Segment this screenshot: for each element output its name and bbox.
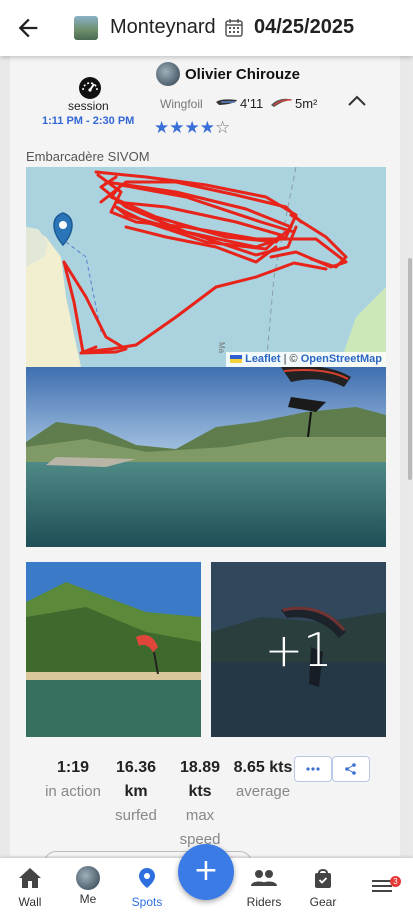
nav-spots[interactable]: Spots [128, 866, 166, 909]
more-photos-overlay[interactable]: +1 [211, 562, 386, 737]
rating-stars[interactable]: ★★★★☆ [154, 118, 230, 138]
speedometer-icon [79, 77, 101, 99]
notification-badge: 3 [390, 876, 401, 887]
plus-icon: + [193, 853, 219, 888]
top-bar: Monteynard 04/25/2025 [0, 0, 413, 56]
session-photo-more[interactable]: +1 [211, 562, 386, 737]
gps-track [62, 170, 348, 355]
board-size: 4'11 [240, 96, 264, 111]
spot-name[interactable]: Monteynard [110, 16, 216, 39]
chevron-up-icon[interactable] [346, 92, 368, 108]
rider-avatar[interactable] [156, 62, 180, 86]
nav-label: Wall [18, 895, 42, 909]
bag-icon [315, 869, 331, 888]
stat-label: max [185, 807, 215, 824]
nav-label: Spots [131, 895, 163, 909]
foilboard-icon [216, 99, 237, 105]
home-icon [19, 868, 41, 888]
session-photo-main[interactable] [26, 367, 386, 547]
nav-wall[interactable]: Wall [12, 866, 48, 909]
stat-label: surfed [115, 807, 157, 824]
session-map[interactable]: Ma Leaflet | © OpenStreetMap [26, 167, 386, 367]
wing-icon [271, 98, 293, 107]
stat-average-speed: 8.65 kts average [230, 756, 296, 804]
star-filled-icon[interactable]: ★ [185, 118, 200, 137]
rider-name[interactable]: Olivier Chirouze [185, 66, 300, 83]
stat-unit: km [124, 783, 148, 800]
stat-duration: 1:19 in action [40, 756, 106, 804]
photo-image [26, 562, 201, 737]
location-marker-icon[interactable] [53, 212, 73, 247]
spot-location: Embarcadère SIVOM [26, 149, 150, 164]
photo-image [26, 367, 386, 547]
nav-label: Gear [309, 895, 337, 909]
map-canvas[interactable]: Ma [26, 167, 386, 367]
star-filled-icon[interactable]: ★ [154, 118, 169, 137]
nav-me[interactable]: Me [72, 866, 104, 906]
group-icon [251, 870, 277, 886]
spot-thumbnail[interactable] [74, 16, 98, 40]
osm-link[interactable]: OpenStreetMap [301, 353, 382, 365]
map-attribution: Leaflet | © OpenStreetMap [226, 352, 386, 367]
stat-label: average [235, 783, 291, 800]
stat-value: 18.89 [179, 759, 221, 776]
session-photo[interactable] [26, 562, 201, 737]
more-options-button[interactable] [294, 756, 332, 782]
leaflet-link[interactable]: Leaflet [245, 353, 280, 365]
stat-value: 1:19 [56, 759, 90, 776]
stat-unit: kts [188, 783, 212, 800]
add-session-button[interactable]: + [178, 844, 234, 900]
wing-size: 5m² [295, 96, 318, 111]
nav-gear[interactable]: Gear [306, 866, 340, 909]
nav-label: Me [79, 892, 97, 906]
scrollbar-thumb[interactable] [408, 258, 412, 480]
star-filled-icon[interactable]: ★ [200, 118, 215, 137]
session-type-label: session [68, 99, 109, 113]
stat-max-speed: 18.89 kts max speed [172, 756, 228, 852]
nav-label: Riders [246, 895, 282, 909]
calendar-icon[interactable] [224, 18, 244, 38]
map-pin-icon [139, 868, 155, 888]
session-date[interactable]: 04/25/2025 [254, 16, 354, 39]
star-filled-icon[interactable]: ★ [169, 118, 184, 137]
share-button[interactable] [332, 756, 370, 782]
avatar [76, 866, 100, 890]
stat-value: 8.65 kts [233, 759, 293, 776]
map-label: Ma [217, 342, 226, 354]
back-arrow-icon[interactable] [14, 14, 42, 42]
nav-riders[interactable]: Riders [244, 866, 284, 909]
stat-distance: 16.36 km surfed [110, 756, 162, 828]
share-icon [345, 763, 356, 775]
ellipsis-icon [306, 767, 320, 771]
attribution-separator: | © [280, 353, 301, 365]
stat-value: 16.36 [115, 759, 157, 776]
sport-label: Wingfoil [160, 97, 203, 111]
session-time-range: 1:11 PM - 2:30 PM [42, 115, 135, 127]
star-empty-icon[interactable]: ☆ [215, 118, 230, 137]
stat-label: in action [45, 783, 101, 800]
ukraine-flag-icon [230, 355, 243, 364]
